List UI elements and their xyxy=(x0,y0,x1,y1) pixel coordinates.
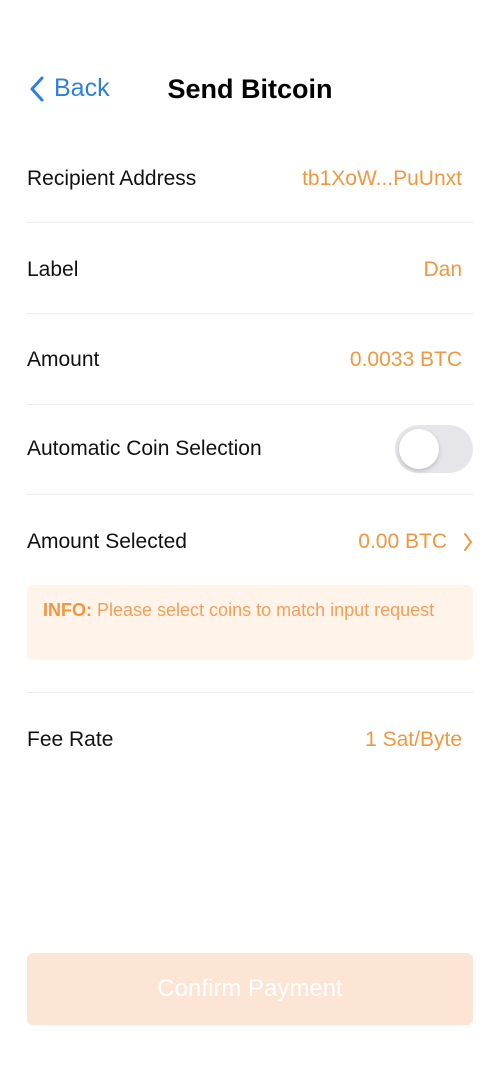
amount-selected-value: 0.00 BTC xyxy=(358,530,447,553)
amount-selected-row[interactable]: Amount Selected 0.00 BTC xyxy=(27,526,473,558)
label-row[interactable]: Label Dan xyxy=(27,254,473,286)
divider xyxy=(27,404,473,405)
header: Back Send Bitcoin xyxy=(0,60,500,120)
amount-label: Amount xyxy=(27,348,100,371)
auto-coin-label: Automatic Coin Selection xyxy=(27,437,262,460)
chevron-right-icon xyxy=(464,533,472,551)
recipient-row[interactable]: Recipient Address tb1XoW...PuUnxt xyxy=(27,163,473,195)
amount-row[interactable]: Amount 0.0033 BTC xyxy=(27,344,473,376)
fee-rate-label: Fee Rate xyxy=(27,728,114,751)
fee-rate-row[interactable]: Fee Rate 1 Sat/Byte xyxy=(27,724,473,756)
divider xyxy=(27,313,473,314)
info-message: INFO: Please select coins to match input… xyxy=(27,585,473,660)
recipient-value: tb1XoW...PuUnxt xyxy=(302,167,462,190)
info-text: Please select coins to match input reque… xyxy=(92,600,435,620)
divider xyxy=(27,222,473,223)
amount-value: 0.0033 BTC xyxy=(349,348,462,371)
page-title: Send Bitcoin xyxy=(167,74,333,104)
auto-coin-row: Automatic Coin Selection xyxy=(27,425,473,473)
info-tag: INFO: xyxy=(43,600,92,620)
toggle-knob xyxy=(399,429,439,469)
label-value: Dan xyxy=(423,258,462,281)
amount-selected-label: Amount Selected xyxy=(27,530,187,553)
confirm-payment-button[interactable]: Confirm Payment xyxy=(27,953,473,1025)
send-bitcoin-screen: Back Send Bitcoin Recipient Address tb1X… xyxy=(0,0,500,1083)
fee-rate-value: 1 Sat/Byte xyxy=(365,728,462,751)
recipient-label: Recipient Address xyxy=(27,167,197,190)
divider xyxy=(27,692,473,693)
label-label: Label xyxy=(27,258,79,281)
auto-coin-toggle[interactable] xyxy=(395,425,473,473)
amount-selected-wrap: 0.00 BTC xyxy=(358,530,473,554)
divider xyxy=(27,494,473,495)
